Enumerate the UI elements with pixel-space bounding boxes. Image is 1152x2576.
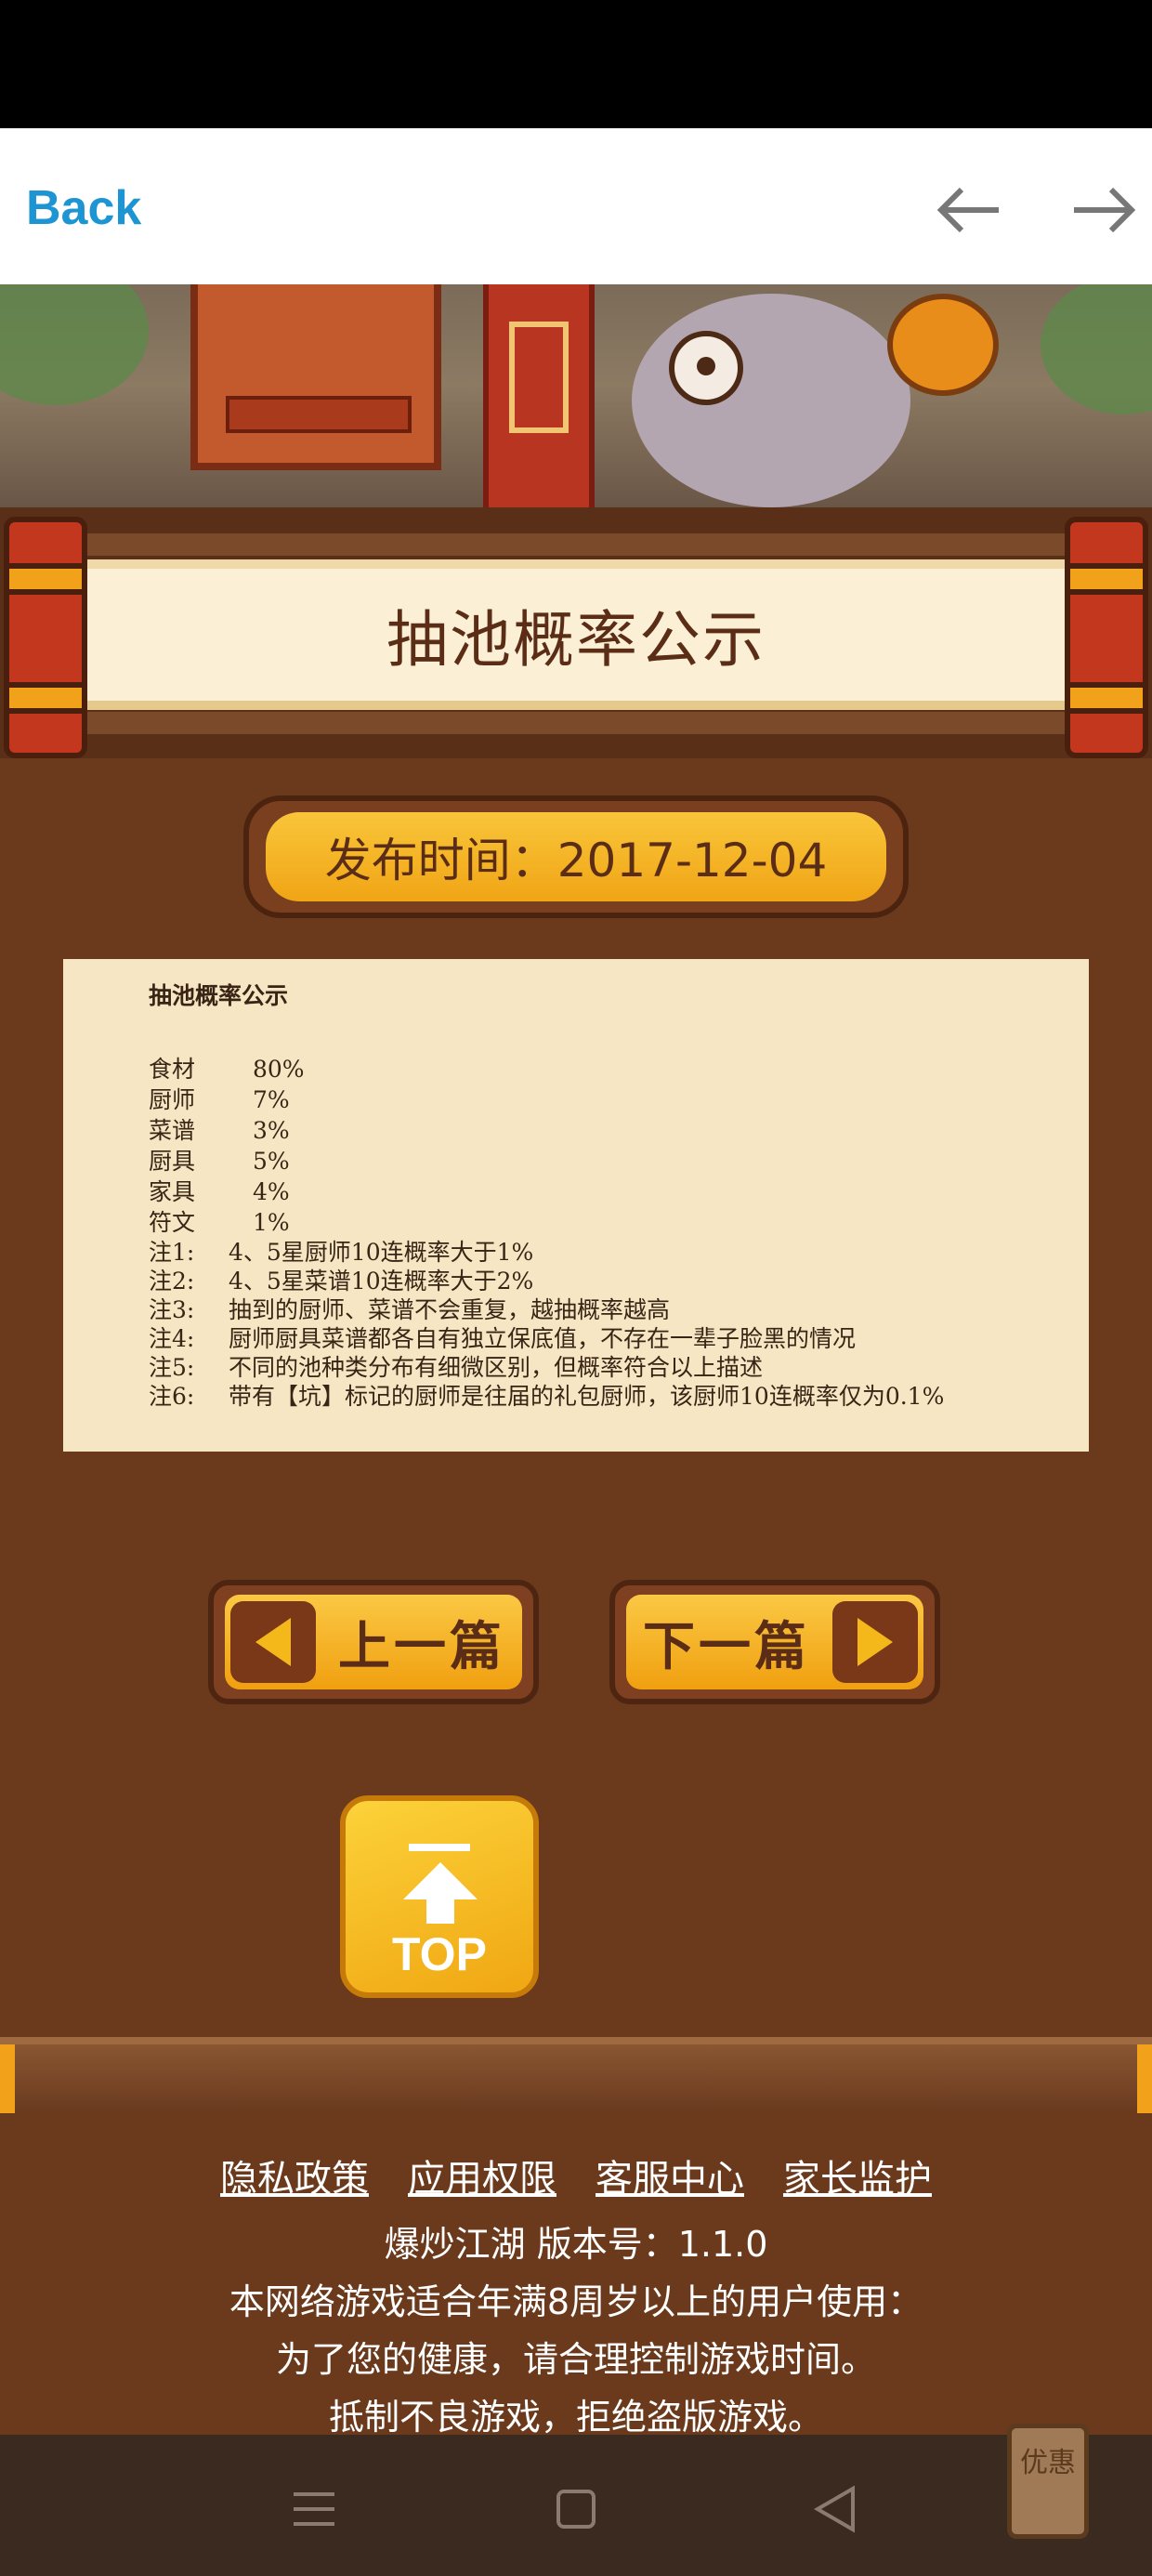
triangle-left-icon xyxy=(230,1601,316,1683)
scroll-end-left xyxy=(4,517,87,758)
notes-list: 注1: 4、5星厨师10连概率大于1% 注2: 4、5星菜谱10连概率大于2% 注3… xyxy=(149,1238,1003,1411)
scroll-end-right xyxy=(1065,517,1148,758)
rate-row: 食材 80% xyxy=(149,1056,305,1083)
health-notice-text: 为了您的健康，请合理控制游戏时间。 xyxy=(275,2339,876,2380)
rate-row: 厨师 7% xyxy=(149,1086,290,1113)
back-to-top-button[interactable]: TOP xyxy=(340,1795,539,1998)
bird-illustration xyxy=(632,294,910,507)
previous-article-label: 上一篇 xyxy=(338,1616,505,1677)
previous-article-button[interactable]: 上一篇 xyxy=(208,1580,539,1704)
customer-service-link[interactable]: 客服中心 xyxy=(596,2149,744,2202)
title-scroll: 抽池概率公示 xyxy=(0,507,1152,758)
back-to-top-label: TOP xyxy=(392,1928,487,1980)
arrow-right-icon[interactable] xyxy=(1067,173,1141,247)
arrow-left-icon[interactable] xyxy=(932,173,1006,247)
privacy-policy-link[interactable]: 隐私政策 xyxy=(220,2149,369,2202)
triangle-right-icon xyxy=(832,1601,918,1683)
note-row: 注6: 带有【坑】标记的厨师是往届的礼包厨师，该厨师10连概率仅为0.1% xyxy=(149,1383,945,1410)
version-text: 爆炒江湖 版本号：1.1.0 xyxy=(384,2224,768,2265)
rate-row: 厨具 5% xyxy=(149,1148,290,1175)
home-icon[interactable] xyxy=(539,2472,613,2546)
back-triangle-icon[interactable] xyxy=(799,2472,873,2546)
next-article-button[interactable]: 下一篇 xyxy=(609,1580,940,1704)
note-row: 注5: 不同的池种类分布有细微区别，但概率符合以上描述 xyxy=(149,1354,764,1381)
status-bar xyxy=(0,0,1152,128)
next-article-label: 下一篇 xyxy=(643,1616,810,1677)
note-row: 注3: 抽到的厨师、菜谱不会重复，越抽概率越高 xyxy=(149,1296,671,1323)
nav-bar: Back xyxy=(0,128,1152,284)
promo-tag[interactable]: 优惠 xyxy=(1007,2424,1089,2539)
footer-divider xyxy=(0,2037,1152,2113)
rate-list: 食材 80% 厨师 7% 菜谱 3% 厨具 5% 家具 4% 符文 1% xyxy=(149,1054,1003,1238)
publish-date-badge: 发布时间：2017-12-04 xyxy=(243,795,909,918)
age-rating-text: 本网络游戏适合年满8周岁以上的用户使用： xyxy=(229,2281,923,2322)
note-row: 注2: 4、5星菜谱10连概率大于2% xyxy=(149,1268,534,1295)
system-navigation-bar xyxy=(0,2435,1152,2576)
menu-icon[interactable] xyxy=(277,2472,351,2546)
notice-heading: 抽池概率公示 xyxy=(149,982,289,1009)
publish-date-text: 发布时间：2017-12-04 xyxy=(266,812,886,901)
pillar-illustration xyxy=(483,284,595,507)
header-banner-art xyxy=(0,284,1152,507)
parental-control-link[interactable]: 家长监护 xyxy=(783,2149,932,2202)
back-button[interactable]: Back xyxy=(26,180,141,236)
rate-row: 菜谱 3% xyxy=(149,1117,290,1144)
footer: 隐私政策 应用权限 客服中心 家长监护 爆炒江湖 版本号：1.1.0 本网络游戏… xyxy=(0,2113,1152,2438)
note-row: 注1: 4、5星厨师10连概率大于1% xyxy=(149,1239,534,1266)
notice-content: 抽池概率公示 食材 80% 厨师 7% 菜谱 3% 厨具 5% 家具 4% 符文 1% 注1… xyxy=(63,959,1089,1452)
page-title: 抽池概率公示 xyxy=(386,604,766,676)
app-permissions-link[interactable]: 应用权限 xyxy=(408,2149,556,2202)
rate-row: 符文 1% xyxy=(149,1209,290,1236)
footer-links: 隐私政策 应用权限 客服中心 家长监护 xyxy=(0,2149,1152,2202)
rate-row: 家具 4% xyxy=(149,1178,290,1205)
arrow-up-icon xyxy=(409,1844,470,1851)
treasure-box-illustration xyxy=(190,284,441,470)
note-row: 注4: 厨师厨具菜谱都各自有独立保底值，不存在一辈子脸黑的情况 xyxy=(149,1325,857,1352)
